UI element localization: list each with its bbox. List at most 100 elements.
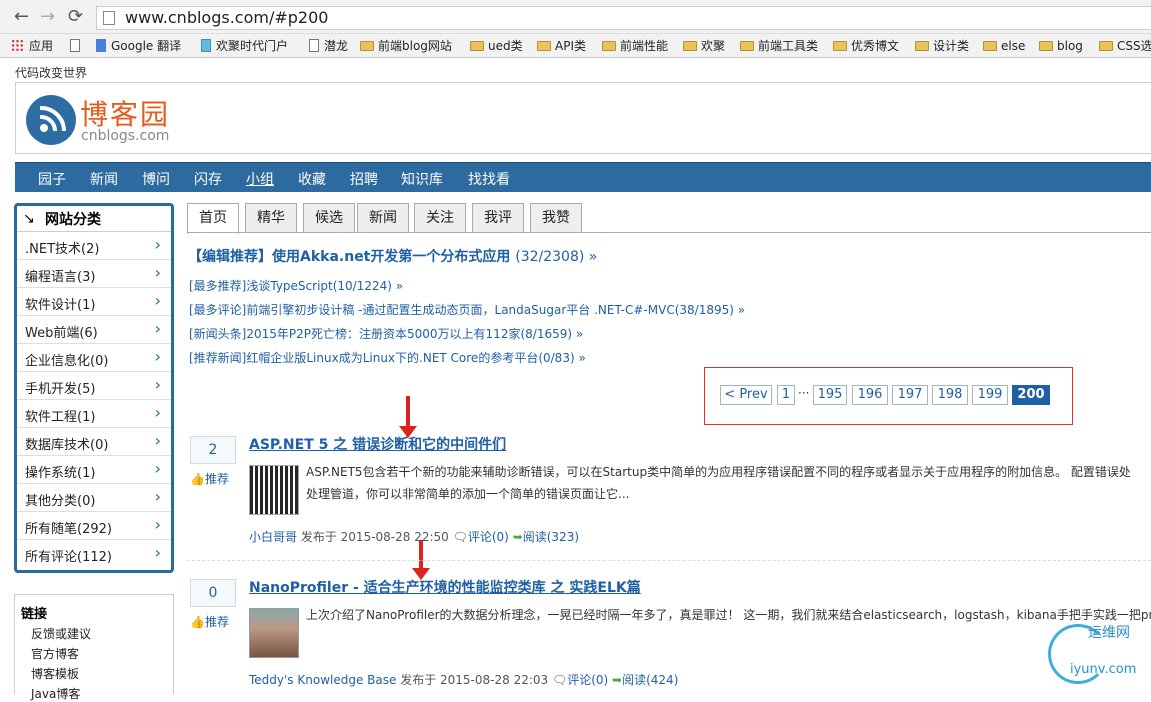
chevron-right-icon: › — [154, 291, 161, 310]
address-bar[interactable]: www.cnblogs.com/#p200 — [96, 6, 1151, 30]
page-icon — [309, 39, 319, 52]
reload-icon[interactable]: ⟳ — [68, 6, 83, 28]
thumb-icon: 👍 — [190, 615, 205, 629]
category-item[interactable]: 所有评论(112) › — [17, 540, 171, 568]
bookmark-folder[interactable]: 优秀博文 — [833, 38, 899, 54]
author-avatar[interactable] — [249, 465, 299, 515]
logo-title[interactable]: 博客园 — [80, 93, 170, 133]
bookmarks-bar: 应用 Google 翻译 欢聚时代门户 潜龙 前端blog网站 ued类 API… — [0, 34, 1151, 58]
translate-icon — [96, 39, 106, 52]
portal-icon — [201, 39, 211, 52]
category-item[interactable]: 其他分类(0) › — [17, 484, 171, 512]
bookmark-folder[interactable]: blog — [1039, 38, 1083, 54]
chevron-right-icon: › — [154, 319, 161, 338]
bookmark-folder[interactable]: 欢聚 — [683, 38, 725, 54]
folder-icon — [683, 41, 697, 51]
post-summary: 上次介绍了NanoProfiler的大数据分析理念，一晃已经时隔一年多了，真是罪… — [306, 608, 1151, 622]
tab-featured[interactable]: 精华 — [245, 203, 297, 233]
bookmark-folder[interactable]: 前端工具类 — [740, 38, 818, 54]
author-avatar[interactable] — [249, 608, 299, 658]
bookmark-folder[interactable]: 前端blog网站 — [360, 38, 452, 54]
category-item[interactable]: 操作系统(1) › — [17, 456, 171, 484]
bookmark-folder[interactable]: API类 — [537, 38, 586, 54]
nav-item[interactable]: 新闻 — [90, 169, 118, 189]
link-item[interactable]: Java博客 — [15, 682, 173, 702]
tab-candidates[interactable]: 候选 — [303, 203, 355, 233]
tab-my-comments[interactable]: 我评 — [472, 203, 524, 233]
pager-page-button[interactable]: 195 — [813, 385, 847, 405]
category-item[interactable]: 所有随笔(292) › — [17, 512, 171, 540]
category-item[interactable]: 手机开发(5) › — [17, 372, 171, 400]
nav-item[interactable]: 招聘 — [350, 169, 378, 189]
tab-home[interactable]: 首页 — [187, 203, 239, 234]
bookmark-yy[interactable]: 欢聚时代门户 — [201, 38, 288, 54]
rss-logo-icon[interactable] — [26, 95, 76, 145]
category-item[interactable]: 企业信息化(0) › — [17, 344, 171, 372]
forward-icon[interactable]: → — [40, 6, 55, 28]
pager-prev-button[interactable]: < Prev — [720, 385, 772, 405]
chevron-right-icon: › — [154, 543, 161, 562]
headline-link[interactable]: [推荐新闻]红帽企业版Linux成为Linux下的.NET Core的参考平台(… — [189, 349, 586, 366]
pager-page-button[interactable]: 197 — [892, 385, 928, 405]
category-item[interactable]: Web前端(6) › — [17, 316, 171, 344]
author-link[interactable]: 小白哥哥 — [249, 530, 297, 544]
tab-my-likes[interactable]: 我赞 — [530, 203, 582, 233]
tab-news[interactable]: 新闻 — [357, 203, 409, 233]
nav-item[interactable]: 博问 — [142, 169, 170, 189]
nav-item[interactable]: 小组 — [246, 169, 274, 189]
pager-page-button[interactable]: 1 — [777, 385, 795, 405]
category-item[interactable]: 编程语言(3) › — [17, 260, 171, 288]
comments-link[interactable]: 评论(0) — [567, 673, 608, 687]
tab-following[interactable]: 关注 — [414, 203, 466, 233]
digg-count[interactable]: 0 — [190, 579, 236, 607]
pager-page-button[interactable]: 196 — [852, 385, 888, 405]
headline-link[interactable]: [最多评论]前端引擎初步设计稿 -通过配置生成动态页面，LandaSugar平台… — [189, 301, 745, 318]
watermark: 运维网 iyunv.com — [1048, 618, 1148, 688]
category-item[interactable]: 数据库技术(0) › — [17, 428, 171, 456]
nav-item[interactable]: 收藏 — [298, 169, 326, 189]
category-item[interactable]: 软件工程(1) › — [17, 400, 171, 428]
post-divider — [187, 560, 1151, 561]
bookmark-google-translate[interactable]: Google 翻译 — [96, 38, 181, 54]
author-link[interactable]: Teddy's Knowledge Base — [249, 673, 396, 687]
recommend-button[interactable]: 👍推荐 — [190, 613, 229, 630]
folder-icon — [1039, 41, 1053, 51]
pager-page-button[interactable]: 199 — [972, 385, 1008, 405]
bookmark-folder[interactable]: CSS选 — [1099, 38, 1151, 54]
nav-item[interactable]: 闪存 — [194, 169, 222, 189]
bookmark-blank[interactable] — [70, 38, 85, 54]
post-title[interactable]: ASP.NET 5 之 错误诊断和它的中间件们 — [249, 434, 506, 454]
bookmark-folder[interactable]: 前端性能 — [602, 38, 668, 54]
bookmark-folder[interactable]: ued类 — [470, 38, 523, 54]
category-header: ↘ 网站分类 — [17, 206, 171, 232]
red-arrow-icon — [399, 396, 417, 438]
nav-item[interactable]: 园子 — [38, 169, 66, 189]
link-item[interactable]: 官方博客 — [15, 642, 173, 662]
bookmark-folder[interactable]: else — [983, 38, 1025, 54]
post-summary: ASP.NET5包含若干个新的功能来辅助诊断错误，可以在Startup类中简单的… — [306, 465, 1131, 501]
comments-link[interactable]: 评论(0) — [468, 530, 509, 544]
reads-link[interactable]: 阅读(424) — [622, 673, 678, 687]
category-item[interactable]: .NET技术(2) › — [17, 232, 171, 260]
category-item[interactable]: 软件设计(1) › — [17, 288, 171, 316]
arrow-icon: ↘ — [23, 211, 35, 227]
pager-page-button[interactable]: 198 — [932, 385, 968, 405]
nav-item[interactable]: 找找看 — [468, 169, 510, 189]
comment-icon: 🗨 — [452, 530, 468, 544]
bookmark-qianlong[interactable]: 潜龙 — [309, 38, 348, 54]
recommend-button[interactable]: 👍推荐 — [190, 470, 229, 487]
link-item[interactable]: 博客模板 — [15, 662, 173, 682]
page-icon — [103, 11, 115, 25]
back-icon[interactable]: ← — [14, 6, 29, 28]
headline-link[interactable]: [新闻头条]2015年P2P死亡榜：注册资本5000万以上有112家(8/165… — [189, 325, 583, 342]
reads-link[interactable]: 阅读(323) — [523, 530, 579, 544]
digg-count[interactable]: 2 — [190, 436, 236, 464]
headline-link[interactable]: [最多推荐]浅谈TypeScript(10/1224) » — [189, 277, 403, 294]
post-title[interactable]: NanoProfiler - 适合生产环境的性能监控类库 之 实践ELK篇 — [249, 577, 641, 597]
logo-subtitle: cnblogs.com — [81, 128, 170, 144]
editor-pick-link[interactable]: 【编辑推荐】使用Akka.net开发第一个分布式应用 (32/2308) » — [188, 246, 597, 266]
bookmark-folder[interactable]: 设计类 — [915, 38, 969, 54]
nav-item[interactable]: 知识库 — [401, 169, 443, 189]
bookmark-apps[interactable]: 应用 — [11, 38, 53, 54]
link-item[interactable]: 反馈或建议 — [15, 622, 173, 642]
